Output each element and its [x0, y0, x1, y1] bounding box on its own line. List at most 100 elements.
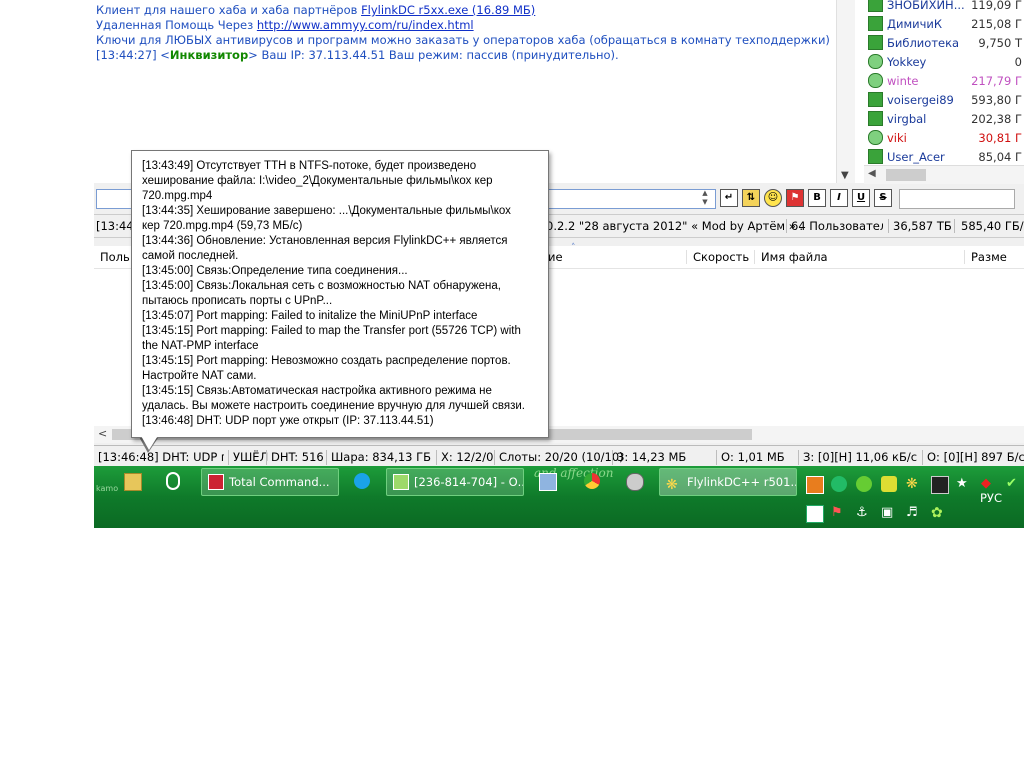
tooltip-line: [13:45:15] Port mapping: Невозможно созд…	[142, 355, 511, 367]
italic-button[interactable]: I	[830, 189, 848, 207]
tooltip-line: [13:44:35] Хеширование завершено: ...\До…	[142, 205, 511, 217]
scroll-down-icon[interactable]: ▼	[841, 170, 849, 181]
tray-status-icon[interactable]	[856, 476, 872, 492]
ammyy-link[interactable]: http://www.ammyy.com/ru/index.html	[257, 18, 474, 32]
col-size[interactable]: Разме	[964, 250, 1007, 264]
status-away[interactable]: УШЁЛ	[228, 450, 268, 465]
tray-antivirus-icon[interactable]: ★	[956, 476, 972, 492]
chrome-icon[interactable]	[584, 473, 600, 489]
transfer-view-icon[interactable]: ⇅	[742, 189, 760, 207]
tray-check-icon[interactable]: ✔	[1006, 476, 1022, 492]
network-icon[interactable]	[539, 473, 557, 491]
user-name: Библиотека	[887, 36, 960, 50]
info-share: 36,587 ТБ	[888, 219, 952, 233]
tray-smile-icon[interactable]	[881, 476, 897, 492]
tray-network-icon[interactable]: ▣	[881, 505, 897, 521]
user-row[interactable]: winte 217,79 Г	[864, 71, 1024, 90]
tooltip-line: самой последней.	[142, 250, 239, 262]
chat-text: Ключи для ЛЮБЫХ антивирусов и программ м…	[96, 33, 830, 47]
user-name: Yokkey	[887, 55, 927, 69]
user-row[interactable]: Библиотека 9,750 Т	[864, 33, 1024, 52]
filter-input[interactable]	[899, 189, 1015, 209]
emoticon-icon[interactable]: ☺	[764, 189, 782, 207]
tray-doc-icon[interactable]	[806, 505, 824, 523]
status-uploaded: О: 1,01 МБ	[716, 450, 785, 465]
status-down-speed: З: [0][Н] 11,06 кБ/с	[798, 450, 917, 465]
disc-icon[interactable]	[626, 473, 644, 491]
send-icon[interactable]: ↵	[720, 189, 738, 207]
chat-scrollbar[interactable]: ▼	[836, 0, 855, 183]
user-icon	[868, 130, 883, 145]
user-share: 9,750 Т	[978, 36, 1022, 50]
user-share: 215,08 Г	[971, 17, 1022, 31]
tray-bug-icon[interactable]	[831, 476, 847, 492]
tray-volume-icon[interactable]: ♬	[906, 505, 922, 521]
taskbar-total-commander[interactable]: Total Command...	[201, 468, 339, 496]
flag-icon[interactable]: ⚑	[786, 189, 804, 207]
opera-icon[interactable]	[166, 472, 180, 490]
user-share: 217,79 Г	[971, 74, 1022, 88]
tooltip-line: [13:43:49] Отсутствует TTH в NTFS-потоке…	[142, 160, 477, 172]
tooltip-line: [13:45:15] Связь:Автоматическая настройк…	[142, 385, 492, 397]
status-bar: [13:46:48] DHT: UDP пор УШЁЛ DHT: 516 Ша…	[94, 445, 1024, 466]
taskbar-label: Total Command...	[229, 475, 330, 489]
user-share: 119,09 Г	[971, 0, 1022, 12]
info-per-user: 585,40 ГБ/П	[954, 219, 1024, 233]
log-tooltip: [13:43:49] Отсутствует TTH в NTFS-потоке…	[131, 150, 549, 438]
chat-bracket: <	[156, 48, 170, 62]
user-name: ДимичиК	[887, 17, 943, 31]
user-row[interactable]: User_Acer 85,04 Г	[864, 147, 1024, 166]
tooltip-line: кер 720.mpg.mp4 (59,73 МБ/с)	[142, 220, 303, 232]
user-list-scrollbar[interactable]: ◀	[864, 165, 1024, 184]
user-share: 593,80 Г	[971, 93, 1022, 107]
tray-flag-icon[interactable]: ⚑	[831, 505, 847, 521]
user-icon	[868, 73, 883, 88]
chat-line: Клиент для нашего хаба и хаба партнёров …	[96, 3, 535, 17]
sort-up-icon: ˄	[571, 243, 576, 253]
tray-usb-icon[interactable]: ⚓	[856, 505, 872, 521]
user-list[interactable]: ЗНОБИХИН... 119,09 Г ДимичиК 215,08 Г Библио…	[864, 0, 1024, 183]
user-row[interactable]: viki 30,81 Г	[864, 128, 1024, 147]
user-row[interactable]: virgbal 202,38 Г	[864, 109, 1024, 128]
status-downloaded: З: 14,23 МБ	[612, 450, 686, 465]
scroll-thumb[interactable]	[886, 169, 926, 181]
col-speed[interactable]: Скорость	[686, 250, 749, 264]
user-row[interactable]: Yokkey 0	[864, 52, 1024, 71]
user-row[interactable]: voisergei89 593,80 Г	[864, 90, 1024, 109]
tray-diamond-icon[interactable]: ◆	[981, 476, 997, 492]
col-user[interactable]: Поль	[94, 250, 130, 264]
user-name: winte	[887, 74, 919, 88]
status-slots: Слоты: 20/20 (10/10)	[494, 450, 624, 465]
tray-app-icon[interactable]	[806, 476, 824, 494]
taskbar-opera-window[interactable]: [236-814-704] - О...	[386, 468, 524, 496]
user-row[interactable]: ДимичиК 215,08 Г	[864, 14, 1024, 33]
tray-monitor-icon[interactable]	[931, 476, 949, 494]
underline-button[interactable]: U	[852, 189, 870, 207]
scroll-left-icon[interactable]: <	[98, 427, 107, 440]
tray-flower-icon[interactable]: ✿	[931, 505, 947, 521]
folder-icon[interactable]	[124, 473, 142, 491]
bold-button[interactable]: B	[808, 189, 826, 207]
language-indicator[interactable]: РУС	[980, 491, 1002, 505]
scroll-left-icon[interactable]: ◀	[868, 168, 876, 179]
tray-flylink-icon[interactable]: ❋	[906, 476, 922, 492]
status-dht: DHT: 516	[266, 450, 324, 465]
strike-button[interactable]: S	[874, 189, 892, 207]
user-share: 30,81 Г	[978, 131, 1022, 145]
tooltip-line: [13:45:00] Связь:Локальная сеть с возмож…	[142, 280, 501, 292]
info-users: 64 Пользователей	[786, 219, 883, 233]
chat-nick[interactable]: Инквизитор	[170, 48, 248, 62]
flylink-download-link[interactable]: FlylinkDC r5xx.exe (16.89 МБ)	[361, 3, 535, 17]
user-icon	[868, 92, 883, 107]
col-filename[interactable]: Имя файла	[754, 250, 828, 264]
user-icon	[868, 149, 883, 164]
input-spin-icon[interactable]: ▲ ▼	[698, 189, 712, 209]
chat-line: [13:44:27] <Инквизитор> Ваш IP: 37.113.4…	[96, 48, 619, 62]
taskbar-flylink[interactable]: ❋ FlylinkDC++ r501...	[659, 468, 797, 496]
user-row[interactable]: ЗНОБИХИН... 119,09 Г	[864, 0, 1024, 14]
total-commander-icon	[208, 474, 224, 490]
chat-text: Удаленная Помощь Через	[96, 18, 257, 32]
skype-icon[interactable]	[354, 473, 370, 489]
user-name: viki	[887, 131, 907, 145]
chat-line: Удаленная Помощь Через http://www.ammyy.…	[96, 18, 474, 32]
